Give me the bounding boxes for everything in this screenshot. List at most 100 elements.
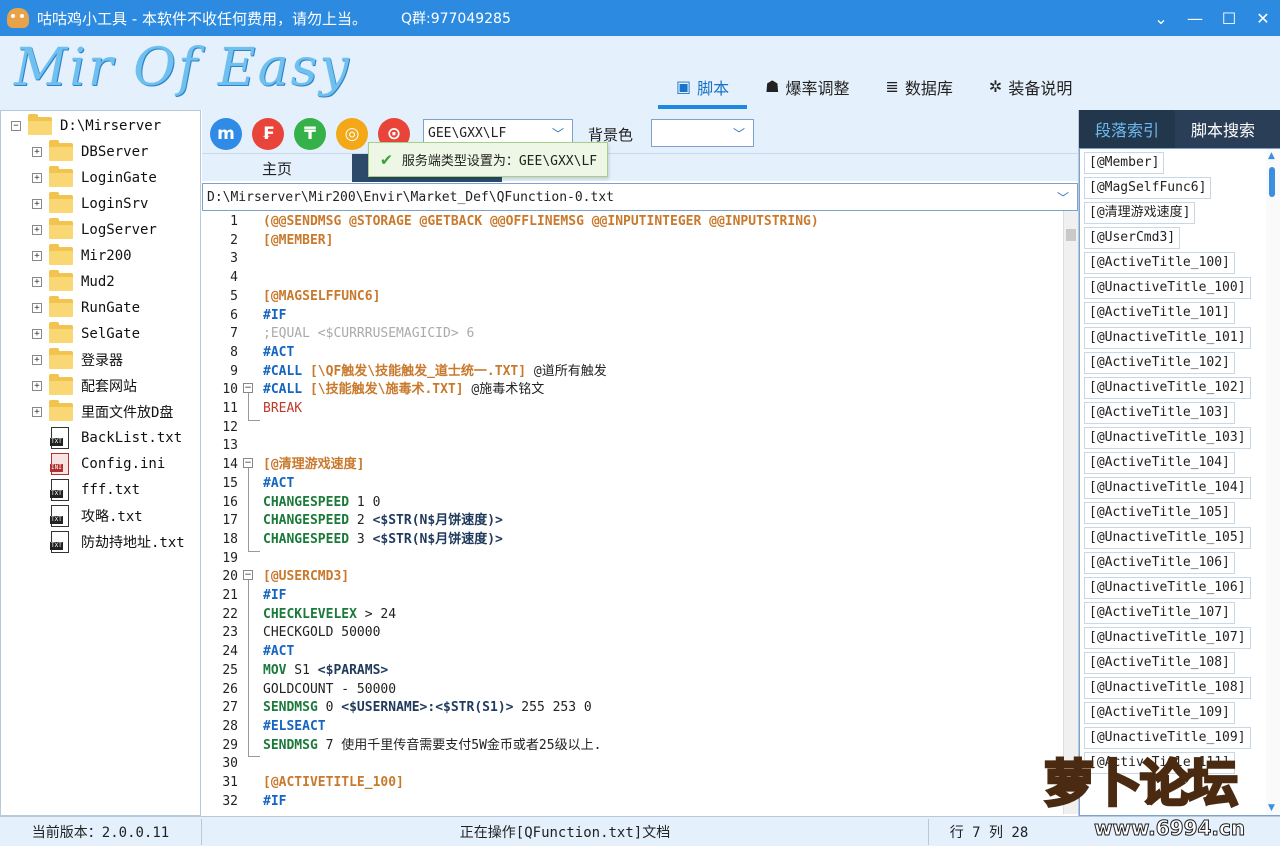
nav-tab-3[interactable]: ✲ 装备说明 <box>971 64 1090 109</box>
scrollbar-thumb[interactable] <box>1066 229 1076 241</box>
tree-folder[interactable]: + 里面文件放D盘 <box>32 399 173 425</box>
index-item[interactable]: [@ActiveTitle_105] <box>1084 502 1235 524</box>
tree-folder[interactable]: + LoginSrv <box>32 191 148 217</box>
expand-icon[interactable]: + <box>32 407 42 417</box>
expand-icon[interactable]: + <box>32 329 42 339</box>
code-line: 4 <box>202 269 1063 288</box>
line-number: 27 <box>222 700 238 716</box>
t-icon[interactable]: ₸ <box>294 118 326 150</box>
tab-section-index[interactable]: 段落索引 <box>1079 110 1175 148</box>
minimize-icon[interactable]: — <box>1178 0 1212 36</box>
window-title: 咕咕鸡小工具 - 本软件不收任何费用，请勿上当。 <box>37 9 367 28</box>
index-item[interactable]: [@UnactiveTitle_108] <box>1084 677 1251 699</box>
tree-file[interactable]: INI Config.ini <box>50 451 165 477</box>
index-item[interactable]: [@ActiveTitle_104] <box>1084 452 1235 474</box>
index-item[interactable]: [@UnactiveTitle_107] <box>1084 627 1251 649</box>
index-item[interactable]: [@UnactiveTitle_105] <box>1084 527 1251 549</box>
scroll-up-icon[interactable]: ▲ <box>1268 151 1275 161</box>
tree-folder[interactable]: + 登录器 <box>32 347 123 373</box>
scrollbar-thumb[interactable] <box>1269 167 1275 197</box>
index-scrollbar[interactable]: ▲ ▼ <box>1266 149 1280 815</box>
tree-folder[interactable]: + 配套网站 <box>32 373 137 399</box>
expand-icon[interactable]: + <box>32 199 42 209</box>
m-icon[interactable]: m <box>210 118 242 150</box>
index-item[interactable]: [@ActiveTitle_100] <box>1084 252 1235 274</box>
code-line: 1 (@@SENDMSG @STORAGE @GETBACK @@OFFLINEM… <box>202 213 1063 232</box>
index-item[interactable]: [@ActiveTitle_103] <box>1084 402 1235 424</box>
expand-icon[interactable]: + <box>32 355 42 365</box>
folder-icon <box>49 348 73 369</box>
code-token: [@清理游戏速度] <box>263 457 365 473</box>
index-item[interactable]: [@清理游戏速度] <box>1084 202 1196 224</box>
index-item[interactable]: [@ActiveTitle_101] <box>1084 302 1235 324</box>
index-item[interactable]: [@UnactiveTitle_102] <box>1084 377 1251 399</box>
code-token: (@@SENDMSG @STORAGE @GETBACK @@OFFLINEMS… <box>263 214 819 229</box>
expand-icon[interactable]: + <box>32 303 42 313</box>
index-item[interactable]: [@ActiveTitle_102] <box>1084 352 1235 374</box>
index-item[interactable]: [@ActiveTitle_107] <box>1084 602 1235 624</box>
tree-folder[interactable]: + DBServer <box>32 139 148 165</box>
file-path-select[interactable]: D:\Mirserver\Mir200\Envir\Market_Def\QFu… <box>202 183 1078 211</box>
index-item[interactable]: [@UserCmd3] <box>1084 227 1181 249</box>
tree-folder[interactable]: + Mud2 <box>32 269 115 295</box>
script-icon: ▣ <box>676 77 692 96</box>
expand-icon[interactable]: + <box>32 225 42 235</box>
index-item[interactable]: [@UnactiveTitle_103] <box>1084 427 1251 449</box>
tree-file[interactable]: TXT 防劫持地址.txt <box>50 529 185 555</box>
line-number: 26 <box>222 681 238 697</box>
code-line: 15 #ACT <box>202 475 1063 494</box>
nav-tab-2[interactable]: ≣ 数据库 <box>868 64 971 109</box>
code-token: #ACT <box>263 475 295 491</box>
nav-tab-1[interactable]: ☗ 爆率调整 <box>747 64 867 109</box>
tree-folder[interactable]: + RunGate <box>32 295 140 321</box>
line-number: 9 <box>230 363 238 379</box>
code-text: GOLDCOUNT - 50000 <box>263 681 396 700</box>
index-item[interactable]: [@UnactiveTitle_104] <box>1084 477 1251 499</box>
index-item[interactable]: [@ActiveTitle_108] <box>1084 652 1235 674</box>
index-item[interactable]: [@UnactiveTitle_101] <box>1084 327 1251 349</box>
tree-file[interactable]: TXT BackList.txt <box>50 425 182 451</box>
tree-folder[interactable]: + LoginGate <box>32 165 157 191</box>
folder-icon <box>49 166 73 187</box>
f-icon[interactable]: ₣ <box>252 118 284 150</box>
expand-icon[interactable]: + <box>32 277 42 287</box>
maximize-icon[interactable]: ☐ <box>1212 0 1246 36</box>
index-item[interactable]: [@ActiveTitle_106] <box>1084 552 1235 574</box>
tab-home[interactable]: 主页 <box>202 154 352 182</box>
tree-folder[interactable]: + SelGate <box>32 321 140 347</box>
index-item[interactable]: [@MagSelfFunc6] <box>1084 177 1212 199</box>
txt-file-icon: TXT <box>50 479 69 501</box>
nav-tab-label: 装备说明 <box>1008 78 1073 98</box>
editor-scrollbar[interactable] <box>1063 211 1078 814</box>
collapse-icon[interactable]: − <box>11 121 21 131</box>
dropdown-icon[interactable]: ⌄ <box>1144 0 1178 36</box>
coin-icon[interactable]: ◎ <box>336 118 368 150</box>
line-number: 14 <box>222 457 238 473</box>
tree-folder[interactable]: + LogServer <box>32 217 157 243</box>
tab-script-search[interactable]: 脚本搜索 <box>1175 110 1271 148</box>
expand-icon[interactable]: + <box>32 147 42 157</box>
code-token: 255 253 0 <box>513 700 592 716</box>
index-item[interactable]: [@ActiveTitle_109] <box>1084 702 1235 724</box>
line-number: 13 <box>222 438 238 454</box>
bg-color-select[interactable]: ﹀ <box>651 119 754 147</box>
tree-root[interactable]: − D:\Mirserver <box>11 113 161 139</box>
tree-file[interactable]: TXT fff.txt <box>50 477 140 503</box>
code-text: [@清理游戏速度] <box>263 456 364 475</box>
index-item[interactable]: [@Member] <box>1084 152 1165 174</box>
code-editor[interactable]: − − −1 (@@SENDMSG @STORAGE @GETBACK @@OFFLI… <box>202 211 1063 814</box>
tree-file[interactable]: TXT 攻略.txt <box>50 503 143 529</box>
file-tree: − D:\Mirserver + DBServer + LoginGate + LoginSr… <box>0 110 201 816</box>
code-text: [@MEMBER] <box>263 232 333 251</box>
line-number: 17 <box>222 513 238 529</box>
expand-icon[interactable]: + <box>32 173 42 183</box>
code-text: #ACT <box>263 344 294 363</box>
index-item[interactable]: [@UnactiveTitle_100] <box>1084 277 1251 299</box>
nav-tab-0[interactable]: ▣ 脚本 <box>658 64 748 109</box>
code-token: #IF <box>263 307 287 323</box>
tree-folder[interactable]: + Mir200 <box>32 243 132 269</box>
close-icon[interactable]: ✕ <box>1246 0 1280 36</box>
expand-icon[interactable]: + <box>32 251 42 261</box>
expand-icon[interactable]: + <box>32 381 42 391</box>
index-item[interactable]: [@UnactiveTitle_106] <box>1084 577 1251 599</box>
